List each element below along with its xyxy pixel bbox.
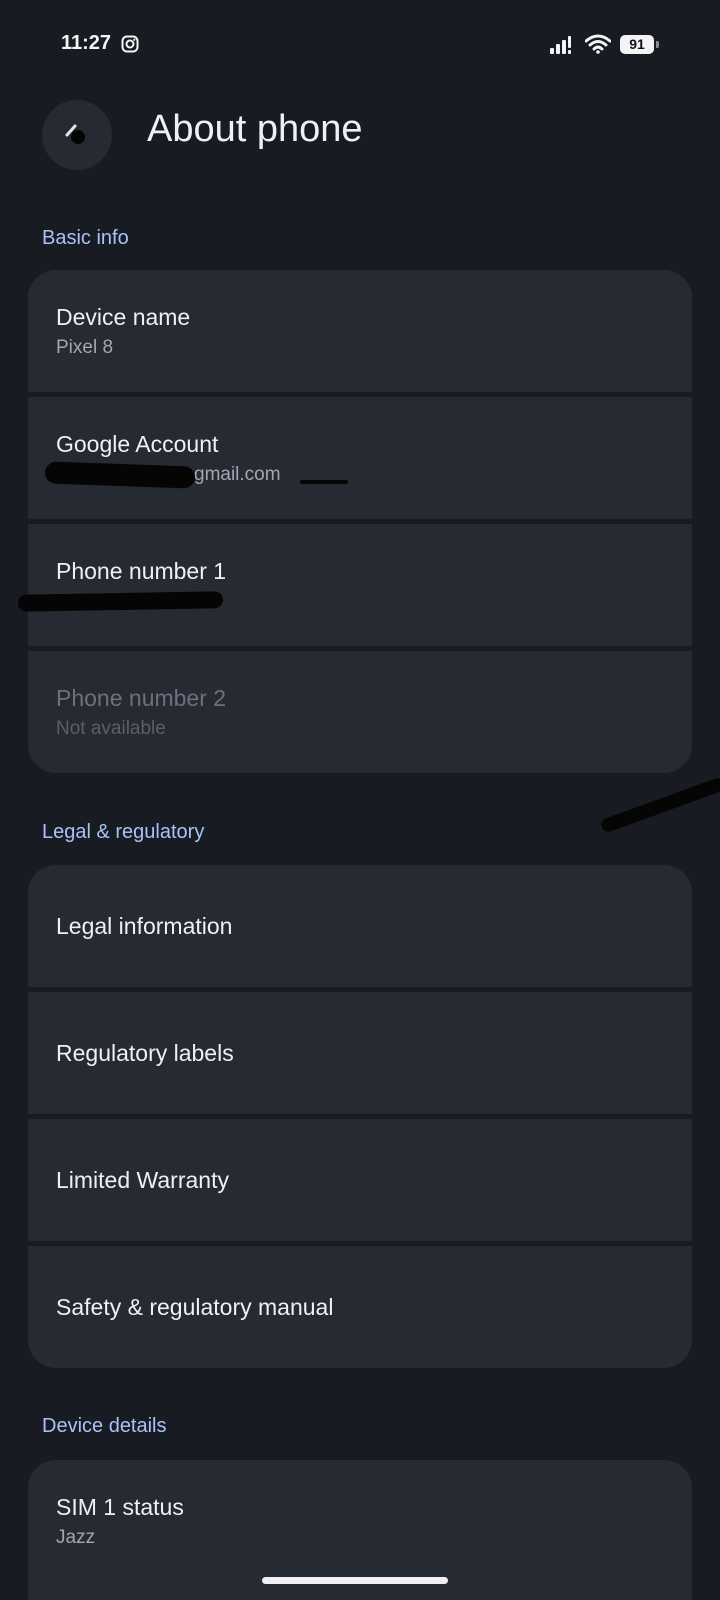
legal-information-item[interactable]: Legal information (28, 865, 692, 987)
safety-regulatory-manual-title: Safety & regulatory manual (56, 1293, 334, 1320)
sim-1-status-value: Jazz (56, 1527, 96, 1548)
section-device-details: Device details (42, 1415, 167, 1437)
status-time: 11:27 (61, 32, 112, 54)
redaction-scribble (300, 480, 348, 484)
back-button[interactable] (42, 100, 112, 170)
device-name-title: Device name (56, 304, 191, 330)
battery-icon: 91 (620, 35, 659, 54)
google-account-title: Google Account (56, 431, 219, 457)
device-name-value: Pixel 8 (56, 337, 114, 358)
phone-number-2-title: Phone number 2 (56, 685, 227, 711)
instagram-icon (121, 35, 139, 53)
limited-warranty-item[interactable]: Limited Warranty (28, 1119, 692, 1241)
regulatory-labels-title: Regulatory labels (56, 1039, 234, 1066)
redaction-scribble (599, 776, 720, 834)
page-title: About phone (147, 108, 363, 150)
phone-number-2-item: Phone number 2 Not available (28, 651, 692, 773)
phone-number-2-value: Not available (56, 718, 166, 739)
phone-number-1-item[interactable]: Phone number 1 (28, 524, 692, 646)
legal-information-title: Legal information (56, 912, 233, 939)
wifi-icon (585, 34, 611, 54)
limited-warranty-title: Limited Warranty (56, 1166, 229, 1193)
regulatory-labels-item[interactable]: Regulatory labels (28, 992, 692, 1114)
safety-regulatory-manual-item[interactable]: Safety & regulatory manual (28, 1246, 692, 1368)
status-bar: 11:27 91 (0, 0, 720, 90)
section-legal-regulatory: Legal & regulatory (42, 821, 205, 843)
section-basic-info: Basic info (42, 227, 129, 249)
home-indicator[interactable] (262, 1577, 448, 1584)
battery-tip (656, 41, 659, 48)
phone-number-1-title: Phone number 1 (56, 558, 227, 584)
device-name-item[interactable]: Device name Pixel 8 (28, 270, 692, 392)
signal-icon (550, 36, 571, 54)
sim-1-status-title: SIM 1 status (56, 1494, 184, 1520)
battery-level: 91 (620, 35, 654, 54)
redaction-scribble (17, 591, 224, 612)
google-account-item[interactable]: Google Account gmail.com (28, 397, 692, 519)
back-arrow-icon (65, 124, 85, 144)
